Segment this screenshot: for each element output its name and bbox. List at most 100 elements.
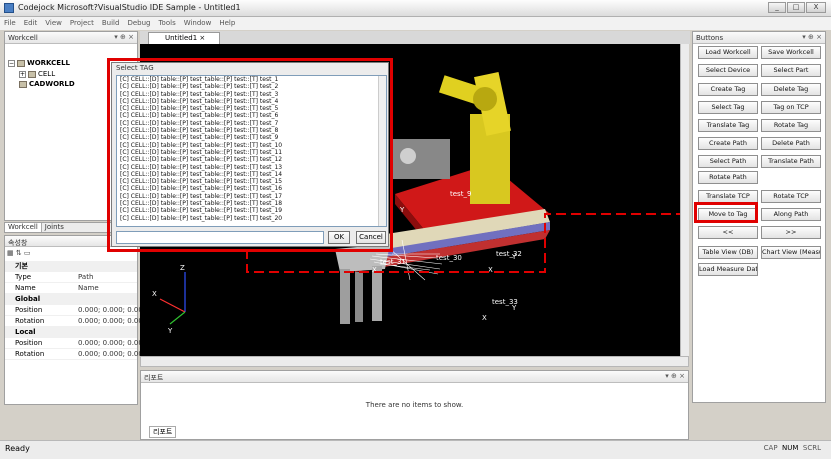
menu-project[interactable]: Project — [66, 17, 98, 29]
tag-on-tcp-button[interactable]: Tag on TCP — [761, 101, 821, 114]
chart-view-measure-button[interactable]: Chart View (Measure) — [761, 246, 821, 259]
move-to-tag-button[interactable]: Move to Tag — [698, 208, 758, 221]
tab-workcell[interactable]: Workcell — [5, 223, 42, 232]
stool-leg — [372, 266, 382, 321]
list-item[interactable]: [C] CELL::[D] table::[P] test_table::[P]… — [117, 156, 386, 163]
report-tab[interactable]: 리포트 — [149, 426, 177, 438]
list-item[interactable]: [C] CELL::[D] table::[P] test_table::[P]… — [117, 149, 386, 156]
robot-tool — [390, 139, 450, 179]
expand-icon[interactable]: + — [19, 70, 26, 78]
property-category[interactable]: Global — [5, 294, 137, 305]
select-tag-button[interactable]: Select Tag — [698, 101, 758, 114]
report-header: 리포트 ▾ ⊕ × — [141, 371, 688, 383]
collapse-icon[interactable]: − — [8, 59, 15, 67]
tag-list[interactable]: [C] CELL::[D] table::[P] test_table::[P]… — [116, 75, 387, 227]
close-button[interactable]: X — [806, 2, 826, 13]
property-category[interactable]: 기본 — [5, 261, 137, 272]
dialog-title: Select TAG — [116, 64, 154, 72]
menu-edit[interactable]: Edit — [20, 17, 42, 29]
list-item[interactable]: [C] CELL::[D] table::[P] test_table::[P]… — [117, 171, 386, 178]
tab-joints[interactable]: Joints — [42, 223, 67, 232]
prev-button[interactable]: << — [698, 226, 758, 239]
menu-file[interactable]: File — [0, 17, 20, 29]
list-item[interactable]: [C] CELL::[D] table::[P] test_table::[P]… — [117, 127, 386, 134]
buttons-panel: Buttons ▾ ⊕ × Load Workcell Save Workcell S… — [692, 31, 826, 403]
property-row[interactable]: Type Path — [5, 272, 137, 283]
list-item[interactable]: [C] CELL::[D] table::[P] test_table::[P]… — [117, 83, 386, 90]
minimize-button[interactable]: _ — [768, 2, 786, 13]
tab-untitled1[interactable]: Untitled1 × — [148, 32, 221, 44]
list-item[interactable]: [C] CELL::[D] table::[P] test_table::[P]… — [117, 105, 386, 112]
ok-button[interactable]: OK — [328, 231, 350, 244]
along-path-button[interactable]: Along Path — [761, 208, 821, 221]
table-view-db-button[interactable]: Table View (DB) — [698, 246, 758, 259]
menu-view[interactable]: View — [41, 17, 66, 29]
tree-item-cadworld[interactable]: CADWORLD — [19, 80, 75, 88]
property-value: 0.000; 0.000; 0.000 — [78, 306, 148, 314]
list-item[interactable]: [C] CELL::[D] table::[P] test_table::[P]… — [117, 98, 386, 105]
property-row[interactable]: Rotation 0.000; 0.000; 0.000 — [5, 316, 147, 327]
load-workcell-button[interactable]: Load Workcell — [698, 46, 758, 59]
delete-tag-button[interactable]: Delete Tag — [761, 83, 821, 96]
menu-tools[interactable]: Tools — [154, 17, 179, 29]
list-item[interactable]: [C] CELL::[D] table::[P] test_table::[P]… — [117, 112, 386, 119]
cancel-button[interactable]: Cancel — [356, 231, 386, 244]
menu-debug[interactable]: Debug — [123, 17, 154, 29]
properties-panel: 속성창 ▦ ⇅ ▭ 기본 Type Path Name Name Global Positi… — [4, 235, 147, 405]
panel-pin-icon[interactable]: ▾ ⊕ × — [802, 33, 822, 41]
viewport-vscroll[interactable] — [680, 44, 689, 356]
tree-item-cell[interactable]: + CELL — [19, 70, 55, 78]
viewport-hscroll[interactable] — [140, 356, 689, 367]
property-row[interactable]: Rotation 0.000; 0.000; 0.000 — [5, 349, 147, 360]
select-path-button[interactable]: Select Path — [698, 155, 758, 168]
maximize-button[interactable]: □ — [787, 2, 805, 13]
list-item[interactable]: [C] CELL::[D] table::[P] test_table::[P]… — [117, 200, 386, 207]
tag-label: test_30 — [436, 254, 462, 262]
list-item[interactable]: [C] CELL::[D] table::[P] test_table::[P]… — [117, 76, 386, 83]
tab-close-icon[interactable]: × — [199, 34, 205, 42]
properties-toolbar[interactable]: ▦ ⇅ ▭ — [7, 249, 31, 257]
tag-label: test_32 — [496, 250, 522, 258]
menu-window[interactable]: Window — [180, 17, 216, 29]
create-path-button[interactable]: Create Path — [698, 137, 758, 150]
select-device-button[interactable]: Select Device — [698, 64, 758, 77]
list-item[interactable]: [C] CELL::[D] table::[P] test_table::[P]… — [117, 185, 386, 192]
document-tab-strip: Untitled1 × — [140, 31, 690, 44]
panel-pin-icon[interactable]: ▾ ⊕ × — [114, 33, 134, 41]
property-row[interactable]: Position 0.000; 0.000; 0.000 — [5, 305, 147, 316]
load-measure-data-button[interactable]: Load Measure Data — [698, 263, 758, 276]
delete-path-button[interactable]: Delete Path — [761, 137, 821, 150]
menu-build[interactable]: Build — [98, 17, 124, 29]
next-button[interactable]: >> — [761, 226, 821, 239]
list-item[interactable]: [C] CELL::[D] table::[P] test_table::[P]… — [117, 120, 386, 127]
property-category[interactable]: Local — [5, 327, 137, 338]
property-key: Type — [15, 273, 32, 281]
list-item[interactable]: [C] CELL::[D] table::[P] test_table::[P]… — [117, 207, 386, 214]
folder-icon — [28, 70, 36, 78]
rotate-tag-button[interactable]: Rotate Tag — [761, 119, 821, 132]
list-item[interactable]: [C] CELL::[D] table::[P] test_table::[P]… — [117, 134, 386, 141]
translate-path-button[interactable]: Translate Path — [761, 155, 821, 168]
list-item[interactable]: [C] CELL::[D] table::[P] test_table::[P]… — [117, 164, 386, 171]
rotate-tcp-button[interactable]: Rotate TCP — [761, 190, 821, 203]
list-item[interactable]: [C] CELL::[D] table::[P] test_table::[P]… — [117, 178, 386, 185]
select-part-button[interactable]: Select Part — [761, 64, 821, 77]
save-workcell-button[interactable]: Save Workcell — [761, 46, 821, 59]
list-scrollbar[interactable] — [378, 76, 386, 226]
list-item[interactable]: [C] CELL::[D] table::[P] test_table::[P]… — [117, 193, 386, 200]
translate-tag-button[interactable]: Translate Tag — [698, 119, 758, 132]
status-bar: Ready CAP NUM SCRL — [0, 440, 831, 459]
property-key: Position — [15, 339, 43, 347]
menu-help[interactable]: Help — [215, 17, 239, 29]
tree-item-workcell[interactable]: − WORKCELL — [8, 59, 70, 67]
panel-pin-icon[interactable]: ▾ ⊕ × — [665, 372, 685, 380]
create-tag-button[interactable]: Create Tag — [698, 83, 758, 96]
list-item[interactable]: [C] CELL::[D] table::[P] test_table::[P]… — [117, 215, 386, 222]
tag-input[interactable] — [116, 231, 324, 244]
property-row[interactable]: Name Name — [5, 283, 137, 294]
translate-tcp-button[interactable]: Translate TCP — [698, 190, 758, 203]
list-item[interactable]: [C] CELL::[D] table::[P] test_table::[P]… — [117, 142, 386, 149]
property-row[interactable]: Position 0.000; 0.000; 0.000 — [5, 338, 147, 349]
rotate-path-button[interactable]: Rotate Path — [698, 171, 758, 184]
list-item[interactable]: [C] CELL::[D] table::[P] test_table::[P]… — [117, 91, 386, 98]
